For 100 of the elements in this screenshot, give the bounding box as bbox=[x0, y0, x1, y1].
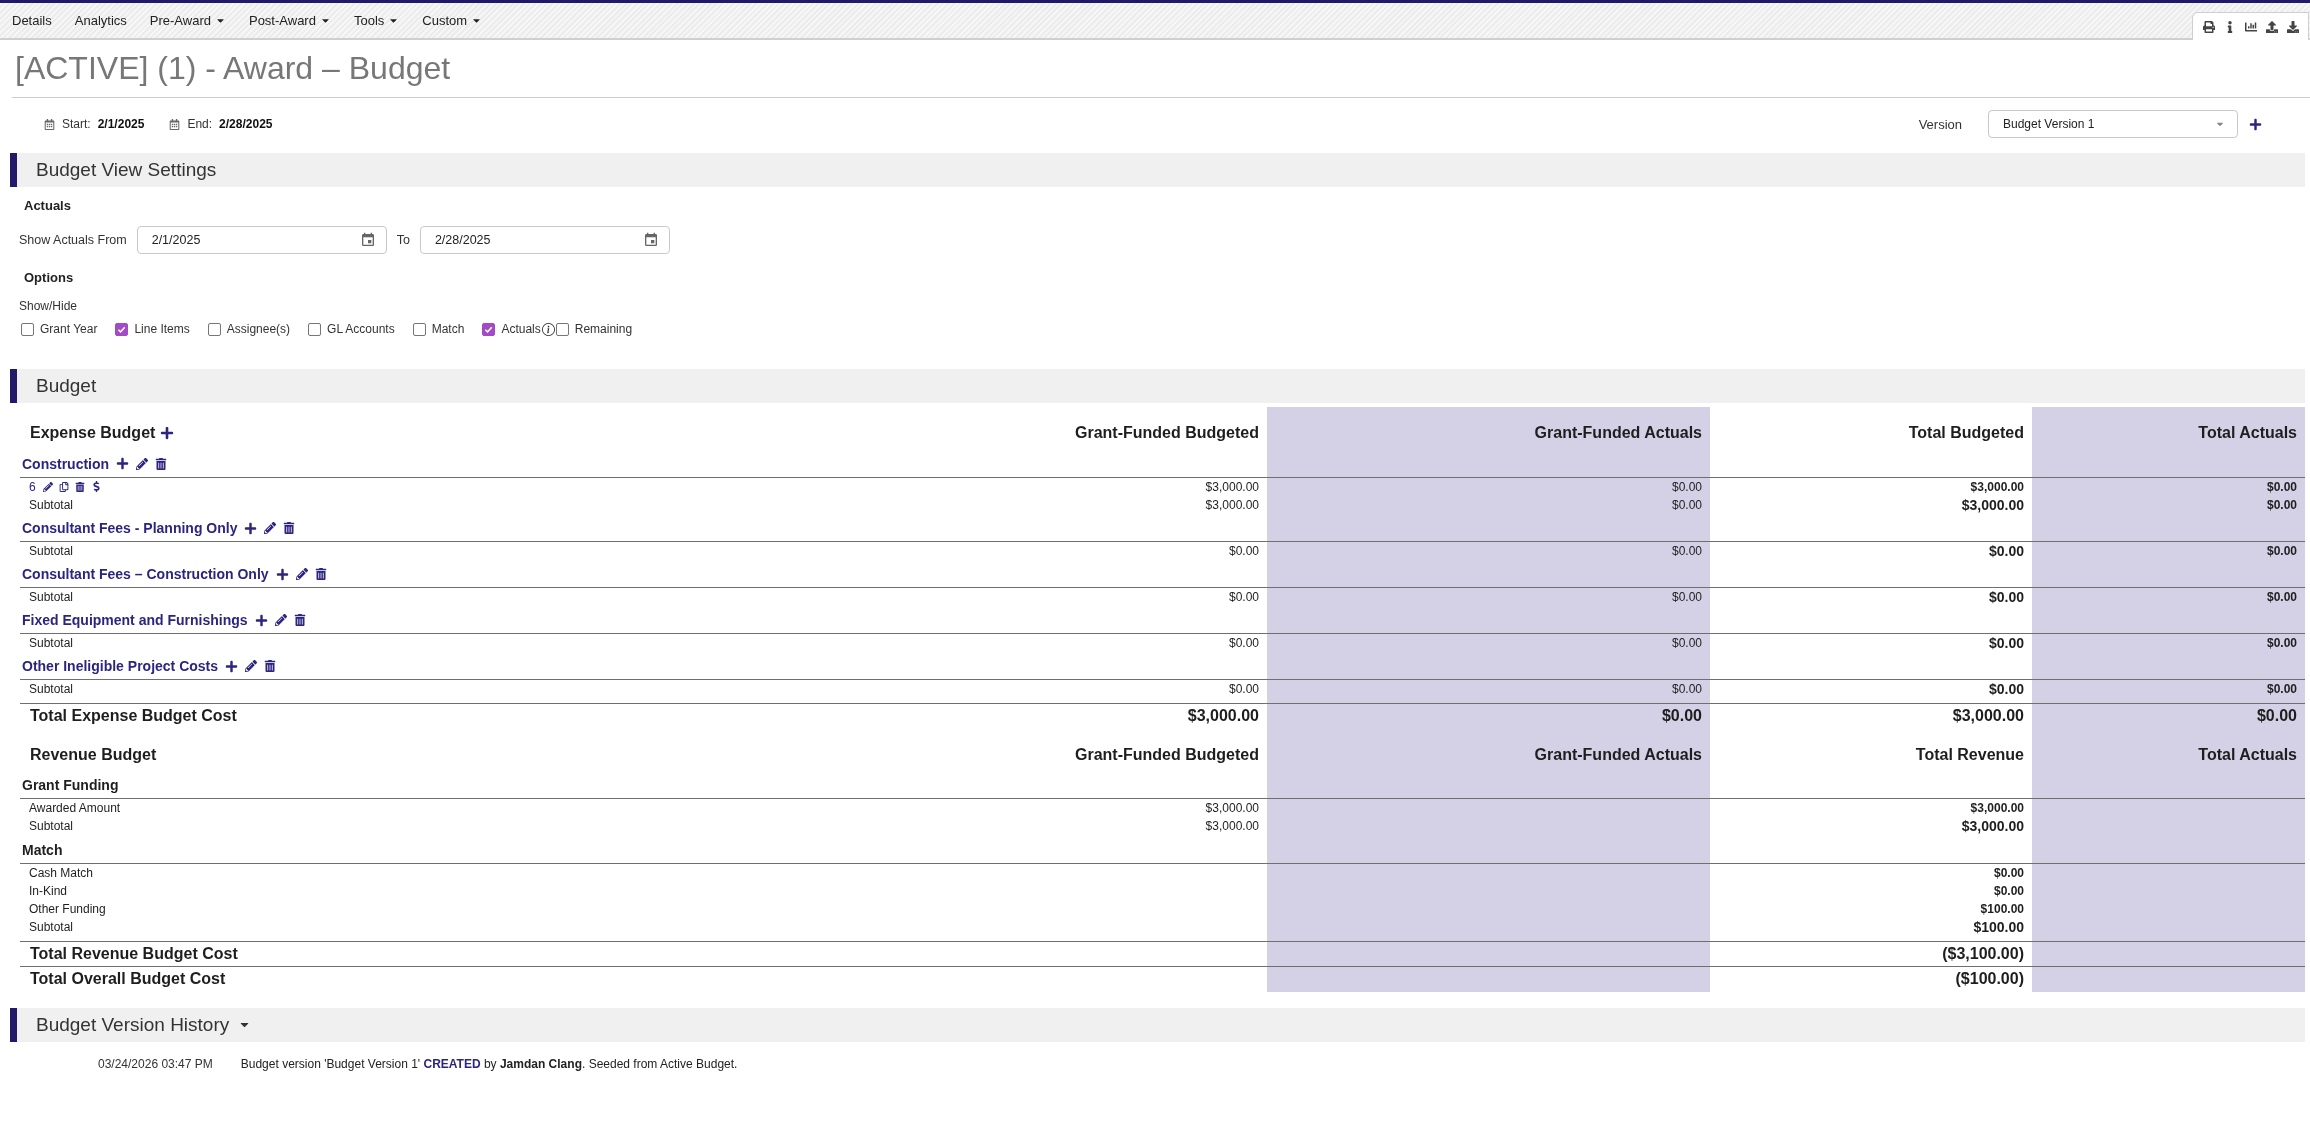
table-cell: $0.00 bbox=[2032, 495, 2305, 516]
pencil-icon[interactable] bbox=[42, 481, 53, 492]
field-label: To bbox=[396, 233, 410, 247]
calendar-icon[interactable] bbox=[359, 232, 376, 248]
table-cell: $0.00 bbox=[720, 679, 1267, 704]
checkbox[interactable] bbox=[482, 322, 496, 336]
table-cell: $3,000.00 bbox=[720, 817, 1267, 837]
table-cell: $0.00 bbox=[2032, 633, 2305, 654]
version-select[interactable]: Budget Version 1 bbox=[1988, 110, 2238, 138]
section-title: Budget bbox=[36, 375, 97, 397]
copy-icon[interactable] bbox=[58, 481, 69, 492]
info-icon[interactable] bbox=[541, 322, 555, 336]
table-cell: $0.00 bbox=[1710, 881, 2032, 900]
calendar-icon[interactable] bbox=[642, 232, 659, 248]
table-cell: $0.00 bbox=[720, 633, 1267, 654]
date-field[interactable]: 2/1/2025 bbox=[136, 226, 387, 254]
row-label: Subtotal bbox=[20, 679, 720, 704]
group-link[interactable]: Construction bbox=[22, 454, 110, 473]
checkbox[interactable] bbox=[308, 322, 322, 336]
table-cell: $0.00 bbox=[1710, 863, 2032, 882]
row-label: Total Expense Budget Cost bbox=[20, 703, 720, 729]
column-header: Grant-Funded Actuals bbox=[1267, 407, 1710, 451]
page-title: [ACTIVE] (1) - Award – Budget bbox=[15, 49, 452, 88]
checkbox-label[interactable]: Line Items bbox=[134, 322, 190, 336]
nav-item[interactable]: Tools bbox=[353, 13, 400, 28]
plus-icon[interactable] bbox=[244, 521, 258, 535]
date-field[interactable]: 2/28/2025 bbox=[419, 226, 670, 254]
line-item-link[interactable]: 6 bbox=[29, 477, 36, 496]
end-date: 2/28/2025 bbox=[219, 117, 273, 131]
pencil-icon[interactable] bbox=[136, 457, 149, 470]
row-label: Subtotal bbox=[28, 496, 75, 514]
pencil-icon[interactable] bbox=[264, 522, 277, 535]
table-cell: $3,000.00 bbox=[1710, 703, 2032, 729]
start-date: 2/1/2025 bbox=[97, 117, 145, 131]
row-label: Total Revenue Budget Cost bbox=[20, 941, 720, 967]
table-cell: ($3,100.00) bbox=[1710, 941, 2032, 967]
row-label: Other Funding bbox=[28, 900, 107, 918]
column-header: Grant-Funded Budgeted bbox=[720, 407, 1267, 451]
checkbox-label[interactable]: Match bbox=[431, 322, 465, 336]
checkbox-label[interactable]: Grant Year bbox=[40, 322, 98, 336]
table-cell: $3,000.00 bbox=[720, 495, 1267, 516]
checkbox[interactable] bbox=[207, 322, 221, 336]
table-cell: $0.00 bbox=[2032, 679, 2305, 704]
table-cell: $0.00 bbox=[1267, 679, 1710, 704]
column-header: Total Actuals bbox=[2032, 728, 2305, 773]
table-cell: $0.00 bbox=[1710, 633, 2032, 654]
pencil-icon[interactable] bbox=[274, 614, 287, 627]
calendar-icon bbox=[169, 118, 181, 130]
table-cell: $3,000.00 bbox=[1710, 495, 2032, 516]
table-cell: $0.00 bbox=[1267, 495, 1710, 516]
plus-icon[interactable] bbox=[254, 613, 268, 627]
plus-icon[interactable] bbox=[160, 426, 175, 440]
plus-icon[interactable] bbox=[225, 659, 239, 673]
group-link[interactable]: Fixed Equipment and Furnishings bbox=[22, 611, 248, 630]
nav-item[interactable]: Details bbox=[12, 13, 52, 28]
table-cell: $0.00 bbox=[1710, 541, 2032, 562]
table-cell: $0.00 bbox=[2032, 587, 2305, 608]
download-icon[interactable] bbox=[2287, 20, 2299, 33]
checkbox[interactable] bbox=[115, 322, 129, 336]
upload-icon[interactable] bbox=[2266, 20, 2278, 33]
table-cell: $100.00 bbox=[1710, 917, 2032, 942]
pencil-icon[interactable] bbox=[245, 660, 258, 673]
table-cell: $0.00 bbox=[1267, 587, 1710, 608]
group-link[interactable]: Other Ineligible Project Costs bbox=[22, 657, 219, 676]
table-cell: $0.00 bbox=[1267, 703, 1710, 729]
table-cell: $0.00 bbox=[1710, 679, 2032, 704]
history-text: Budget version 'Budget Version 1' CREATED by Jamdan Clang. Seeded from Active Budget. bbox=[240, 1056, 738, 1071]
group-link[interactable]: Consultant Fees – Construction Only bbox=[22, 565, 269, 584]
trash-icon[interactable] bbox=[283, 522, 296, 535]
checkbox-label[interactable]: Actuals bbox=[501, 322, 541, 336]
trash-icon[interactable] bbox=[293, 614, 306, 627]
nav-item[interactable]: Custom bbox=[422, 13, 483, 28]
plus-icon[interactable] bbox=[116, 457, 130, 471]
subheading: Options bbox=[24, 271, 74, 285]
checkbox[interactable] bbox=[412, 322, 426, 336]
pencil-icon[interactable] bbox=[295, 568, 308, 581]
checkbox-label[interactable]: Remaining bbox=[574, 322, 633, 336]
checkbox[interactable] bbox=[555, 322, 569, 336]
nav-item[interactable]: Post-Award bbox=[248, 13, 331, 28]
table-cell: $3,000.00 bbox=[720, 703, 1267, 729]
table-cell: $3,000.00 bbox=[720, 798, 1267, 817]
bar-chart-icon[interactable] bbox=[2245, 20, 2257, 33]
plus-icon[interactable] bbox=[2249, 117, 2262, 131]
table-cell: $0.00 bbox=[2032, 703, 2305, 729]
trash-icon[interactable] bbox=[74, 481, 85, 492]
group-link[interactable]: Consultant Fees - Planning Only bbox=[22, 519, 238, 538]
row-label: Subtotal bbox=[28, 818, 75, 835]
table-cell: $3,000.00 bbox=[1710, 798, 2032, 817]
section-title: Budget Version History bbox=[36, 1013, 230, 1036]
print-icon[interactable] bbox=[2203, 20, 2215, 33]
checkbox[interactable] bbox=[21, 322, 34, 336]
trash-icon[interactable] bbox=[314, 568, 327, 581]
nav-item[interactable]: Pre-Award bbox=[149, 13, 226, 28]
column-header: Grant-Funded Actuals bbox=[1267, 728, 1710, 773]
plus-icon[interactable] bbox=[275, 567, 289, 581]
nav-item[interactable]: Analytics bbox=[74, 13, 127, 28]
checkbox-label[interactable]: GL Accounts bbox=[327, 322, 395, 336]
checkbox-label[interactable]: Assignee(s) bbox=[226, 322, 291, 336]
trash-icon[interactable] bbox=[155, 457, 168, 470]
trash-icon[interactable] bbox=[264, 660, 277, 673]
